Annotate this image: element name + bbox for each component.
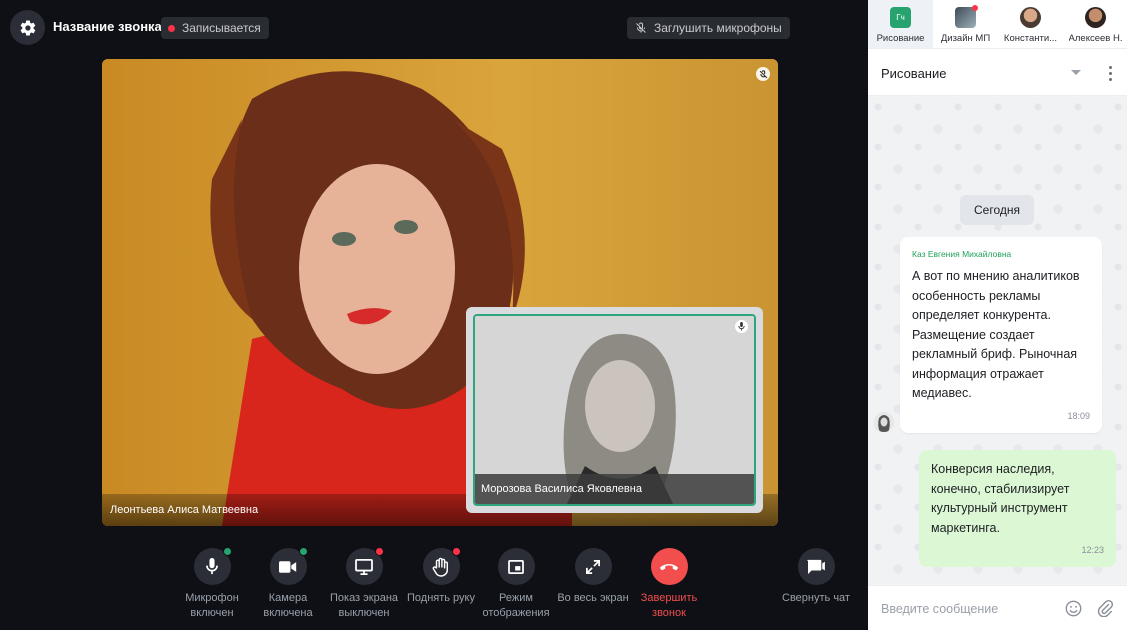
message-time: 18:09 — [1067, 411, 1090, 421]
camera-button[interactable] — [269, 547, 308, 585]
tab-label: Дизайн МП — [940, 33, 991, 44]
chat-header: Рисование — [868, 48, 1127, 96]
unread-dot-icon — [972, 5, 978, 11]
camera-toggle[interactable]: Камера включена — [248, 547, 328, 621]
microphone-button[interactable] — [193, 547, 232, 585]
chat-panel: Гч Рисование Дизайн МП Константи... Алек… — [868, 0, 1127, 630]
pip-video-frame: Морозова Василиса Яковлевна — [473, 314, 756, 506]
recording-dot-icon — [168, 24, 175, 32]
end-call-button[interactable] — [650, 548, 688, 585]
end-call-control[interactable]: Завершить звонок — [629, 548, 709, 621]
message-text: Конверсия наследия, конечно, стабилизиру… — [931, 462, 1070, 535]
date-separator: Сегодня — [960, 195, 1034, 225]
tab-design[interactable]: Дизайн МП — [933, 0, 998, 48]
raise-hand-button[interactable] — [422, 547, 461, 585]
message-composer[interactable]: Введите сообщение — [868, 585, 1127, 630]
mic-muted-indicator — [756, 67, 770, 81]
end-call-label: Завершить звонок — [640, 592, 698, 619]
mic-off-icon — [759, 69, 767, 78]
attach-icon[interactable] — [1097, 599, 1113, 617]
collapse-chat-toggle[interactable]: Свернуть чат — [776, 548, 856, 606]
camera-label: Камера включена — [263, 592, 313, 619]
mic-off-icon — [636, 22, 646, 33]
status-dot-icon — [374, 547, 384, 556]
microphone-toggle[interactable]: Микрофон включен — [172, 547, 252, 621]
raise-hand-toggle[interactable]: Поднять руку — [401, 547, 481, 606]
collapse-chat-button[interactable] — [797, 548, 835, 585]
call-controls: Микрофон включен Камера включена Показ э… — [0, 547, 868, 628]
status-dot-icon — [298, 547, 308, 556]
tab-label: Константи... — [1003, 33, 1058, 44]
message-author: Каз Евгения Михайловна — [912, 249, 1012, 259]
pip-video[interactable]: Морозова Василиса Яковлевна — [466, 307, 763, 513]
chevron-down-icon[interactable] — [1071, 70, 1081, 75]
message-text: А вот по мнению аналитиков особенность р… — [912, 269, 1080, 400]
display-mode-button[interactable] — [497, 548, 535, 585]
mute-all-label: Заглушить микрофоны — [654, 21, 782, 35]
screen-share-label: Показ экрана выключен — [329, 592, 399, 619]
call-title: Название звонка — [53, 19, 162, 34]
settings-button[interactable] — [10, 10, 45, 45]
microphone-icon — [206, 558, 218, 575]
message-input[interactable]: Введите сообщение — [881, 602, 998, 616]
collapse-chat-label: Свернуть чат — [782, 592, 850, 604]
message-time: 12:23 — [1081, 545, 1104, 555]
call-area: Название звонка Записывается Заглушить м… — [0, 0, 868, 630]
microphone-icon — [738, 322, 745, 331]
chat-collapse-icon — [807, 559, 825, 574]
fullscreen-icon — [586, 559, 600, 574]
incoming-message: Каз Евгения Михайловна А вот по мнению а… — [900, 237, 1102, 433]
status-dot-icon — [451, 547, 461, 556]
status-dot-icon — [222, 547, 232, 556]
more-options-icon[interactable] — [1109, 66, 1113, 82]
avatar — [955, 5, 978, 28]
picture-in-picture-icon — [508, 559, 524, 574]
pip-participant-name: Морозова Василиса Яковлевна — [475, 474, 754, 504]
camera-icon — [279, 560, 297, 573]
microphone-label: Микрофон включен — [185, 592, 239, 619]
mic-on-indicator — [735, 320, 748, 333]
outgoing-message: Конверсия наследия, конечно, стабилизиру… — [919, 450, 1116, 567]
avatar — [1085, 7, 1106, 28]
tab-label: Рисование — [876, 33, 925, 44]
avatar — [874, 412, 894, 432]
hang-up-icon — [659, 563, 679, 570]
tab-konstantin[interactable]: Константи... — [998, 0, 1063, 48]
screen-share-toggle[interactable]: Показ экрана выключен — [324, 547, 404, 621]
tab-drawing[interactable]: Гч Рисование — [868, 0, 933, 48]
group-avatar: Гч — [890, 7, 911, 28]
fullscreen-label: Во весь экран — [557, 592, 629, 604]
chat-title: Рисование — [881, 66, 947, 81]
recording-label: Записывается — [182, 21, 261, 35]
display-mode-toggle[interactable]: Режим отображения — [476, 548, 556, 621]
raise-hand-icon — [432, 557, 449, 577]
tab-alekseev[interactable]: Алексеев Н. — [1063, 0, 1127, 48]
gear-icon — [20, 19, 35, 36]
screen-share-icon — [355, 558, 373, 575]
author-avatar-image — [874, 412, 894, 432]
tab-label: Алексеев Н. — [1068, 33, 1123, 44]
recording-badge: Записывается — [161, 17, 269, 39]
mute-all-button[interactable]: Заглушить микрофоны — [627, 17, 790, 39]
display-mode-label: Режим отображения — [482, 592, 550, 619]
fullscreen-toggle[interactable]: Во весь экран — [553, 548, 633, 606]
screen-share-button[interactable] — [345, 547, 384, 585]
chat-tabs: Гч Рисование Дизайн МП Константи... Алек… — [868, 0, 1127, 48]
message-list: Сегодня Каз Евгения Михайловна А вот по … — [868, 97, 1127, 584]
emoji-icon[interactable] — [1065, 600, 1082, 617]
avatar — [1020, 7, 1041, 28]
fullscreen-button[interactable] — [574, 548, 612, 585]
raise-hand-label: Поднять руку — [407, 592, 475, 604]
